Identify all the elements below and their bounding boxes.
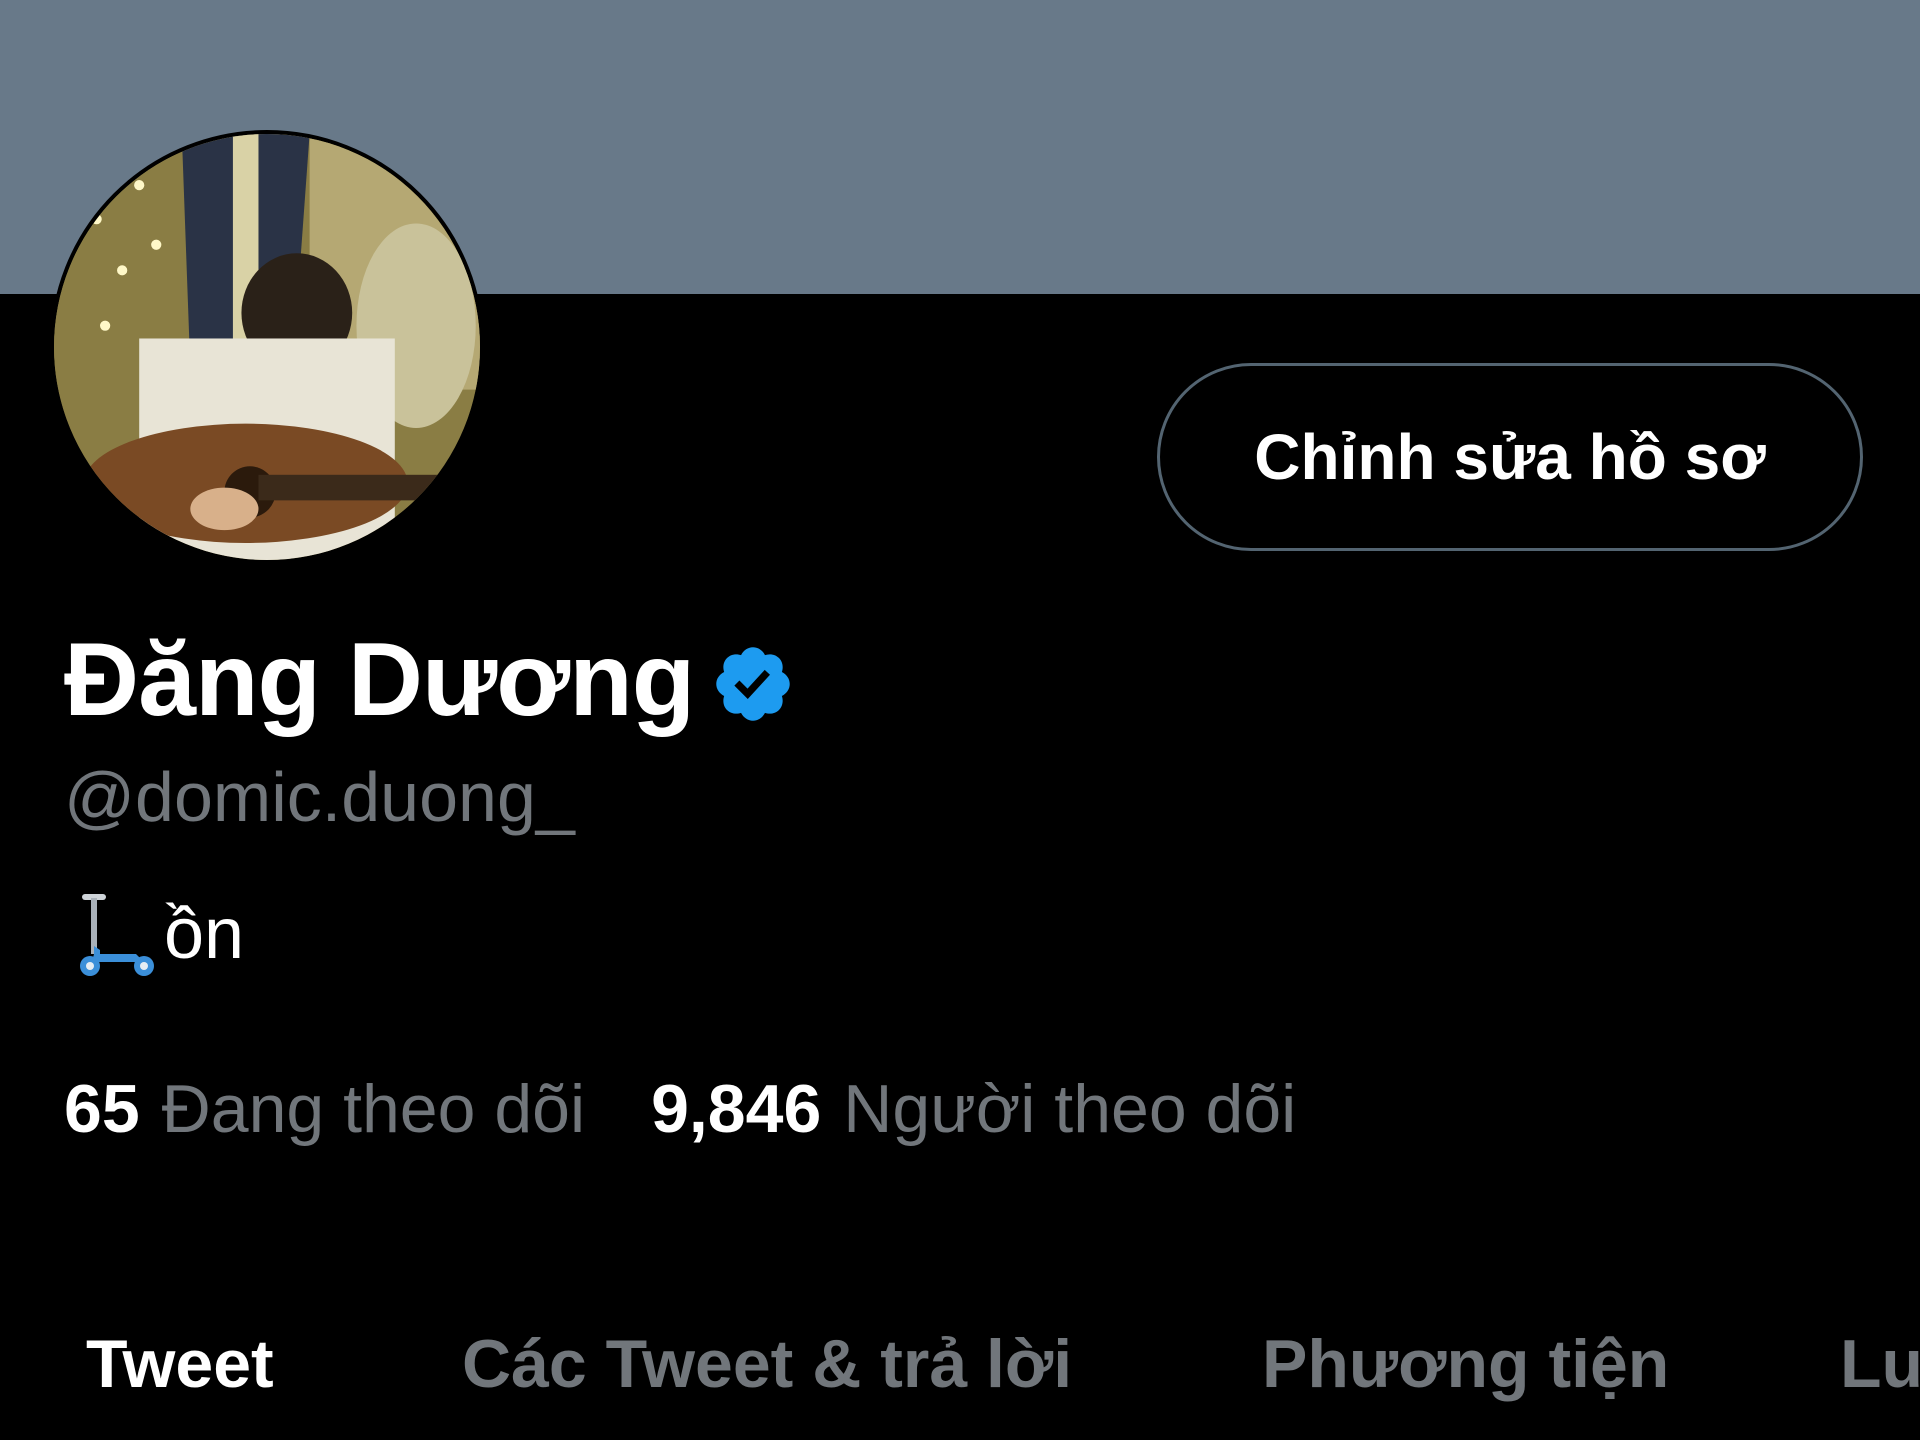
followers-label: Người theo dõi (843, 1071, 1297, 1147)
avatar-photo (54, 134, 480, 560)
followers-count: 9,846 (651, 1071, 822, 1147)
kick-scooter-icon (80, 894, 154, 976)
user-handle: @domic.duong_ (64, 758, 575, 836)
profile-avatar[interactable] (50, 130, 484, 564)
verified-badge-icon[interactable] (710, 641, 796, 727)
edit-profile-button[interactable]: Chỉnh sửa hồ sơ (1157, 363, 1863, 551)
profile-page: Chỉnh sửa hồ sơ Đăng Dương @domic.duong_… (0, 0, 1920, 1440)
profile-tabs: Tweet Các Tweet & trả lời Phương tiện Lu (0, 1315, 1920, 1440)
following-label: Đang theo dõi (161, 1071, 586, 1147)
tab-media[interactable]: Phương tiện (1262, 1325, 1669, 1403)
followers-link[interactable]: 9,846 Người theo dõi (651, 1064, 1296, 1154)
name-row: Đăng Dương (64, 620, 796, 740)
tab-tweets[interactable]: Tweet (86, 1325, 274, 1403)
bio-text: ồn (164, 894, 245, 974)
tab-tweets-and-replies[interactable]: Các Tweet & trả lời (462, 1325, 1072, 1403)
following-link[interactable]: 65 Đang theo dõi (64, 1064, 585, 1154)
profile-bio: ồn (64, 884, 244, 984)
tab-likes[interactable]: Lu (1840, 1325, 1920, 1403)
display-name: Đăng Dương (64, 622, 695, 738)
following-count: 65 (64, 1071, 140, 1147)
follow-stats: 65 Đang theo dõi 9,846 Người theo dõi (64, 1064, 1362, 1154)
